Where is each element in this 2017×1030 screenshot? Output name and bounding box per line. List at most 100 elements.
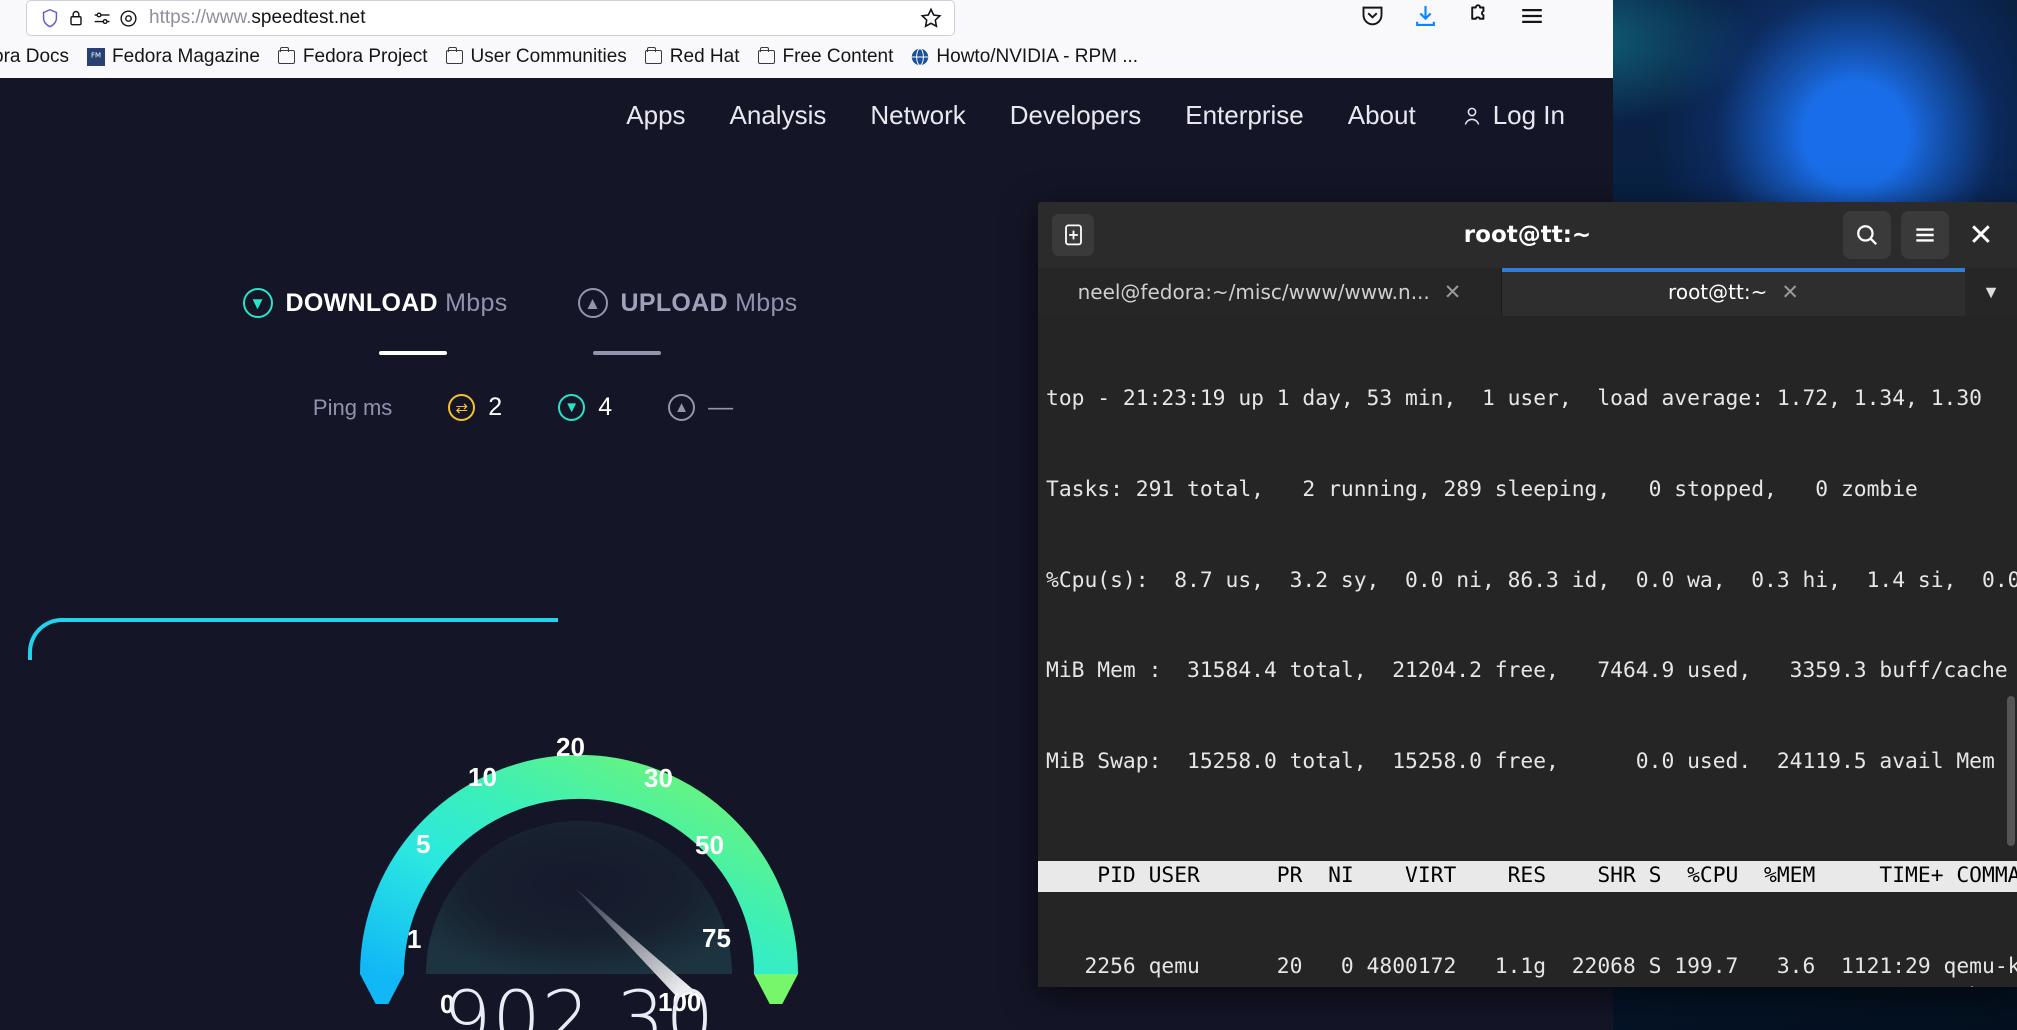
url-scheme: https://www. xyxy=(149,7,252,28)
bookmark-label: Fedora Magazine xyxy=(112,46,260,67)
metric-value-placeholders xyxy=(0,351,1040,355)
terminal-output[interactable]: top - 21:23:19 up 1 day, 53 min, 1 user,… xyxy=(1038,316,2017,987)
upload-arrow-icon: ▲ xyxy=(668,394,696,421)
close-icon[interactable]: ✕ xyxy=(1781,280,1799,304)
terminal-tabbar: neel@fedora:~/misc/www/www.n... ✕ root@t… xyxy=(1038,268,2017,316)
process-row: 2256 qemu 20 0 4800172 1.1g 22068 S 199.… xyxy=(1046,954,2017,980)
hamburger-menu-icon[interactable] xyxy=(1518,2,1546,35)
ping-download-stat: ▼ 4 xyxy=(558,393,612,422)
close-icon[interactable]: ✕ xyxy=(1959,213,2003,257)
gauge-tick-50: 50 xyxy=(695,830,724,860)
jitter-icon: ⇄ xyxy=(448,394,476,421)
login-label: Log In xyxy=(1492,100,1565,130)
chevron-down-icon[interactable]: ▼ xyxy=(1965,268,2017,316)
permissions-icon[interactable] xyxy=(89,5,115,31)
bookmark-label: Howto/NVIDIA - RPM ... xyxy=(936,46,1139,67)
download-title: DOWNLOAD xyxy=(285,288,438,317)
bookmark-label: User Communities xyxy=(470,46,627,67)
url-bar[interactable]: https://www.speedtest.net xyxy=(26,0,955,36)
bookmark-item[interactable]: ora Docs xyxy=(0,42,78,72)
jitter-stat: ⇄ 2 xyxy=(448,393,502,422)
bookmark-item[interactable]: User Communities xyxy=(437,42,636,72)
screen: https://www.speedtest.net ora Docs FM Fe… xyxy=(0,0,2017,1030)
bookmark-label: Fedora Project xyxy=(302,46,428,67)
download-value-dash xyxy=(379,351,447,355)
tracking-protection-icon[interactable] xyxy=(115,5,141,31)
top-summary-line: top - 21:23:19 up 1 day, 53 min, 1 user,… xyxy=(1046,386,1982,412)
upload-value-dash xyxy=(593,351,661,355)
ping-graph-line xyxy=(0,618,600,668)
download-arrow-icon: ▼ xyxy=(558,394,586,421)
upload-title: UPLOAD xyxy=(620,288,728,317)
toolbar-icons xyxy=(1343,0,1613,36)
terminal-window: root@tt:~ ✕ neel@fedora:~/misc/www/www.n… xyxy=(1038,202,2017,987)
terminal-tab-1[interactable]: neel@fedora:~/misc/www/www.n... ✕ xyxy=(1038,268,1501,316)
terminal-tab-label: root@tt:~ xyxy=(1668,280,1768,304)
globe-favicon xyxy=(911,48,929,66)
url-domain: speedtest.net xyxy=(251,7,366,28)
terminal-tab-2[interactable]: root@tt:~ ✕ xyxy=(1501,268,1965,316)
extensions-icon[interactable] xyxy=(1465,2,1492,34)
nav-item-about[interactable]: About xyxy=(1348,100,1416,131)
close-icon[interactable]: ✕ xyxy=(1444,280,1462,304)
nav-item-apps[interactable]: Apps xyxy=(626,100,685,131)
ping-upload-value: — xyxy=(708,393,734,421)
speed-metrics: ▼ DOWNLOAD Mbps ▲ UPLOAD Mbps Ping ms ⇄ … xyxy=(0,288,1040,422)
gauge-value: 902.30 xyxy=(443,974,715,1030)
terminal-titlebar: root@tt:~ ✕ xyxy=(1038,202,2017,268)
download-icon[interactable] xyxy=(1412,2,1439,34)
ping-unit: ms xyxy=(362,395,393,420)
ping-title: Ping xyxy=(312,395,357,420)
speedtest-nav: Apps Analysis Network Developers Enterpr… xyxy=(626,100,1565,131)
top-mem-line: MiB Mem : 31584.4 total, 21204.2 free, 7… xyxy=(1046,658,2008,684)
terminal-scrollbar[interactable] xyxy=(2007,696,2015,846)
process-table-body: 2256 qemu 20 0 4800172 1.1g 22068 S 199.… xyxy=(1038,952,2017,987)
gauge-tick-75: 75 xyxy=(702,923,731,953)
bookmark-item[interactable]: Red Hat xyxy=(636,42,749,72)
speed-gauge: 0 1 5 10 20 30 50 75 100 902.30 xyxy=(344,674,814,1030)
process-row: 2275 root 20 0 0 0 0 S 35.2 0.0 107:16.7… xyxy=(1038,982,2017,987)
upload-unit: Mbps xyxy=(735,288,798,317)
ping-download-value: 4 xyxy=(598,393,613,421)
upload-arrow-icon: ▲ xyxy=(577,288,608,318)
ping-row: Ping ms ⇄ 2 ▼ 4 ▲ — xyxy=(0,393,1040,422)
nav-item-network[interactable]: Network xyxy=(870,100,965,131)
bookmark-item[interactable]: FM Fedora Magazine xyxy=(78,42,269,72)
gauge-tick-10: 10 xyxy=(468,762,497,792)
folder-icon xyxy=(446,47,464,66)
fedora-magazine-favicon: FM xyxy=(87,48,106,66)
upload-metric: ▲ UPLOAD Mbps xyxy=(577,288,798,318)
jitter-value: 2 xyxy=(488,393,503,421)
bookmark-item[interactable]: Fedora Project xyxy=(269,42,437,72)
bookmarks-bar: ora Docs FM Fedora Magazine Fedora Proje… xyxy=(0,36,1613,78)
pocket-icon[interactable] xyxy=(1359,2,1386,34)
ping-upload-stat: ▲ — xyxy=(668,393,733,422)
user-icon xyxy=(1464,107,1480,125)
login-button[interactable]: Log In xyxy=(1460,100,1565,131)
top-cpu-line: %Cpu(s): 8.7 us, 3.2 sy, 0.0 ni, 86.3 id… xyxy=(1046,567,2017,593)
hamburger-menu-icon[interactable] xyxy=(1901,211,1949,259)
star-icon[interactable] xyxy=(918,5,944,31)
terminal-tab-label: neel@fedora:~/misc/www/www.n... xyxy=(1077,280,1430,304)
nav-item-analysis[interactable]: Analysis xyxy=(730,100,827,131)
nav-item-enterprise[interactable]: Enterprise xyxy=(1185,100,1304,131)
bookmark-item[interactable]: Free Content xyxy=(749,42,903,72)
download-metric: ▼ DOWNLOAD Mbps xyxy=(242,288,508,318)
search-icon[interactable] xyxy=(1843,211,1891,259)
bookmark-label: Free Content xyxy=(782,46,894,67)
top-tasks-line: Tasks: 291 total, 2 running, 289 sleepin… xyxy=(1046,477,1918,503)
folder-icon xyxy=(645,47,663,66)
ping-label: Ping ms xyxy=(307,393,392,422)
download-arrow-icon: ▼ xyxy=(242,288,273,318)
gauge-tick-1: 1 xyxy=(407,924,422,954)
shield-icon[interactable] xyxy=(37,5,63,31)
url-text[interactable]: https://www.speedtest.net xyxy=(149,7,366,29)
folder-icon xyxy=(278,47,296,66)
nav-item-developers[interactable]: Developers xyxy=(1010,100,1142,131)
top-swap-line: MiB Swap: 15258.0 total, 15258.0 free, 0… xyxy=(1046,748,1995,774)
gauge-tick-5: 5 xyxy=(416,829,431,859)
lock-icon[interactable] xyxy=(63,5,89,31)
bookmark-item[interactable]: Howto/NVIDIA - RPM ... xyxy=(902,42,1147,72)
svg-text:FM: FM xyxy=(91,52,101,60)
gauge-tick-20: 20 xyxy=(556,732,585,762)
